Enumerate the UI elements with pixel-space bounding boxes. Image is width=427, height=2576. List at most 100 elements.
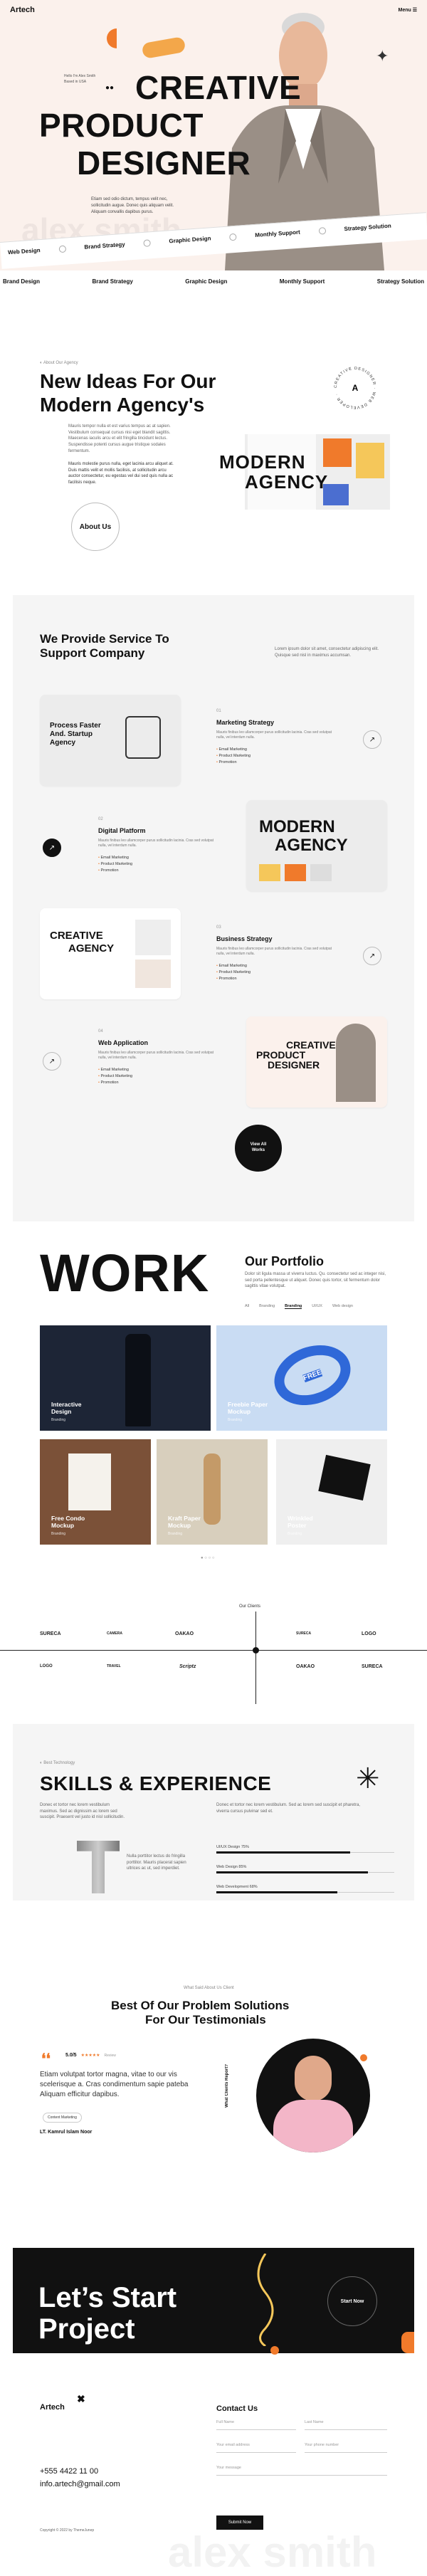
portfolio-tag: Branding — [51, 1418, 66, 1422]
client-logo: LOGO — [362, 1631, 376, 1636]
card2-tile — [285, 864, 306, 881]
portfolio-title: Free Condo Mockup — [51, 1514, 85, 1529]
skill-label: Web Development 68% — [216, 1885, 258, 1889]
service-list-item: Email Marketing — [98, 856, 132, 860]
portfolio-item[interactable]: Interactive Design Branding — [40, 1325, 211, 1431]
service-desc: Mauris finibus leo ullamcorper purus sol… — [98, 1051, 214, 1060]
rotating-badge: CREATIVE DESIGNER · WEB DEVELOPER · A — [334, 367, 376, 409]
testimonial-label: What Said About Us Client — [184, 1986, 234, 1990]
service-arrow-button[interactable]: ↗ — [363, 947, 381, 965]
filter-tab[interactable]: Branding — [259, 1304, 275, 1309]
rating-label: Review — [104, 2053, 116, 2058]
collage-tile — [323, 484, 349, 505]
portfolio-item[interactable]: Kraft Paper Mockup Branding — [157, 1439, 268, 1545]
testimonial-orange-dot — [360, 2054, 367, 2061]
service-list-item: Promotion — [216, 760, 251, 764]
portfolio-tag: Branding — [288, 1532, 302, 1536]
clients-vline — [255, 1612, 256, 1704]
testimonial-title-1: Best Of Our Problem Solutions — [111, 1999, 290, 2012]
service-num: 02 — [98, 817, 103, 821]
client-logo: LOGO — [40, 1664, 53, 1668]
client-logo: Scriptz — [179, 1664, 196, 1669]
footer-email[interactable]: info.artech@gmail.com — [40, 2480, 120, 2488]
about-us-button[interactable]: About Us — [71, 503, 120, 551]
phone-field[interactable]: Your phone number — [305, 2443, 387, 2453]
client-logo: OAKAO — [175, 1631, 194, 1636]
paper-image — [68, 1453, 111, 1510]
marquee-item: Graphic Design — [169, 235, 211, 245]
decor-dots: ●● — [105, 84, 115, 92]
contact-title: Contact Us — [216, 2404, 258, 2413]
email-field[interactable]: Your email address — [216, 2443, 296, 2453]
testimonial-role: Content Marketing — [43, 2113, 82, 2123]
service-num: 03 — [216, 925, 221, 930]
testimonial-avatar — [256, 2039, 370, 2152]
full-name-field[interactable]: Full Name — [216, 2420, 296, 2430]
service-list-item: Product Marketing — [216, 970, 251, 974]
footer-copyright: Copyright © 2022 by ThemeJunep — [40, 2528, 95, 2533]
service-list-item: Email Marketing — [216, 964, 251, 968]
portfolio-item[interactable]: Free Condo Mockup Branding — [40, 1439, 151, 1545]
ring-icon — [229, 233, 237, 241]
portfolio-pager[interactable]: ● ○ ○ ○ — [201, 1556, 215, 1560]
skill-fill — [216, 1851, 350, 1854]
about-title-2: Modern Agency's — [40, 394, 205, 416]
ring-icon — [58, 245, 66, 253]
skill-bar: Web Development 68% — [216, 1885, 394, 1893]
footer-logo[interactable]: Artech — [40, 2403, 65, 2412]
service-arrow-button[interactable]: ↗ — [363, 730, 381, 749]
portfolio-title: Interactive Design — [51, 1400, 82, 1415]
submit-button[interactable]: Submit Now — [216, 2515, 263, 2530]
skills-caption: Nulla porttitor lectus do fringilla port… — [127, 1854, 186, 1871]
services-intro: Lorem ipsum dolor sit amet, consectetur … — [275, 647, 379, 658]
card2-title-1: MODERN — [259, 817, 335, 836]
message-field[interactable]: Your message — [216, 2466, 387, 2476]
service-title: Business Strategy — [216, 935, 273, 942]
testimonial-side-label: What Clients Report? — [225, 2064, 229, 2108]
cta-squiggle — [257, 2254, 274, 2346]
last-name-field[interactable]: Last Name — [305, 2420, 387, 2430]
work-big-title: WORK — [40, 1244, 210, 1303]
hero-title-line2: PRODUCT — [39, 107, 204, 144]
testimonial-quote: Etiam volutpat tortor magna, vitae to ou… — [40, 2071, 189, 2098]
client-logo: SURECA — [40, 1631, 61, 1636]
start-now-button[interactable]: Start Now — [327, 2276, 377, 2326]
cta-accent-shape-2 — [270, 2346, 279, 2355]
skill-fill — [216, 1891, 337, 1893]
collage-text-1: MODERN — [219, 451, 306, 473]
strip-item: Brand Strategy — [92, 278, 133, 285]
portfolio-item[interactable]: FREE Freebie Paper Mockup Branding — [216, 1325, 387, 1431]
filter-tab[interactable]: Branding — [285, 1304, 302, 1309]
skill-label: UI/UX Design 75% — [216, 1845, 249, 1849]
client-logo: SURECA — [362, 1664, 383, 1669]
skill-fill — [216, 1871, 368, 1873]
wristband-image: FREE — [265, 1335, 359, 1416]
service-strip: Brand Design Brand Strategy Graphic Desi… — [0, 275, 427, 288]
portfolio-item[interactable]: Wrinkled Poster Branding — [276, 1439, 387, 1545]
ring-icon — [143, 239, 151, 247]
cta-line-2: Project — [38, 2313, 135, 2345]
logo[interactable]: Artech — [10, 6, 35, 14]
collage-text-2: AGENCY — [245, 471, 329, 493]
menu-button[interactable]: Menu ☰ — [398, 7, 417, 13]
footer-phone[interactable]: +555 4422 11 00 — [40, 2467, 98, 2476]
client-logo: CAMERA — [107, 1631, 122, 1636]
decor-sparkle-icon: ✦ — [376, 47, 389, 65]
clients-hline — [0, 1650, 427, 1651]
about-collage: MODERN AGENCY — [216, 434, 390, 510]
service-list-item: Product Marketing — [98, 862, 132, 866]
portfolio-desc: Dolor sit ligula massa ut viverra luctus… — [245, 1272, 386, 1289]
service-arrow-button[interactable]: ↗ — [43, 1052, 61, 1071]
service-arrow-button[interactable]: ↗ — [43, 838, 61, 857]
portfolio-tag: Branding — [168, 1532, 183, 1536]
filter-tab[interactable]: UI/UX — [312, 1304, 322, 1309]
card4-title-3: DESIGNER — [268, 1059, 320, 1071]
services-title-1: We Provide Service To — [40, 632, 169, 646]
service-num: 01 — [216, 709, 221, 713]
skill-bar: Web Design 85% — [216, 1865, 394, 1873]
card2-tile — [310, 864, 332, 881]
view-all-works-button[interactable]: View All Works — [235, 1125, 282, 1172]
clients-center-dot — [253, 1647, 259, 1654]
filter-tab[interactable]: Web design — [332, 1304, 353, 1309]
filter-tab-all[interactable]: All — [245, 1304, 249, 1309]
